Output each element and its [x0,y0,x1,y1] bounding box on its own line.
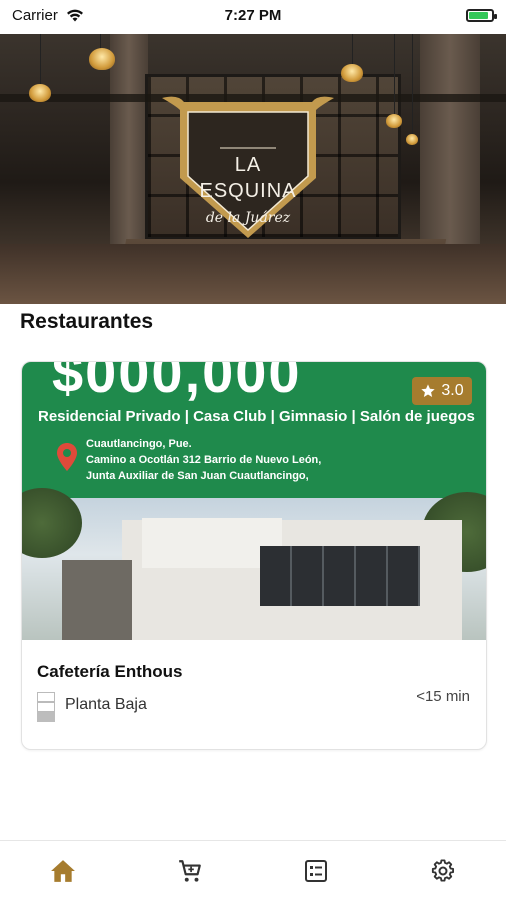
restaurant-card[interactable]: $000,000 Residencial Privado | Casa Club… [21,361,487,750]
promo-banner: $000,000 Residencial Privado | Casa Club… [22,362,486,498]
rating-value: 3.0 [441,382,464,399]
tree [22,488,82,558]
pendant-lamp [406,134,418,145]
logo-line-script: de la Juárez [205,210,291,226]
wifi-icon [66,9,83,21]
promo-address-line: Camino a Ocotlán 312 Barrio de Nuevo Leó… [86,454,322,466]
restaurant-logo: LA ESQUINA de la Juárez [160,92,336,242]
floor-label: Planta Baja [65,696,147,713]
promo-address: Cuautlancingo, Pue. Camino a Ocotlán 312… [86,436,321,484]
floor-level-icon [37,692,55,722]
star-icon [421,384,436,397]
tab-home[interactable] [38,851,88,891]
restaurant-name: Cafetería Enthous [37,662,183,681]
pendant-lamp [341,64,363,82]
promo-price: $000,000 [52,362,302,404]
building-windows [260,546,420,606]
tab-cart[interactable] [165,851,215,891]
restaurant-image: $000,000 Residencial Privado | Casa Club… [22,362,486,640]
home-icon [51,860,76,882]
orders-icon [305,860,328,882]
pendant-lamp [386,114,402,128]
promo-features: Residencial Privado | Casa Club | Gimnas… [38,408,475,425]
gear-icon [431,859,454,882]
delivery-eta: <15 min [416,688,470,705]
clock: 7:27 PM [224,6,282,24]
location-pin-icon [57,443,77,471]
battery-level [469,11,488,19]
bottom-tab-bar [0,840,506,901]
pendant-lamp [29,84,51,102]
tab-settings[interactable] [418,851,468,891]
floor [0,244,506,304]
promo-address-line: Junta Auxiliar de San Juan Cuautlancingo… [86,470,309,482]
pendant-lamp [89,48,115,70]
logo-line-esquina: ESQUINA [199,180,297,202]
section-title: Restaurantes [20,310,154,333]
status-bar: Carrier 7:27 PM [0,0,506,30]
carrier-label: Carrier [12,6,58,24]
battery-icon [466,8,497,22]
promo-address-line: Cuautlancingo, Pue. [86,438,192,450]
cart-icon [178,860,201,882]
building-photo [22,488,486,640]
tab-orders[interactable] [291,851,341,891]
rating-badge: 3.0 [412,377,472,405]
restaurant-hero-banner: LA ESQUINA de la Juárez [0,34,506,304]
logo-line-la: LA [234,154,262,176]
building-terrace [62,560,132,640]
